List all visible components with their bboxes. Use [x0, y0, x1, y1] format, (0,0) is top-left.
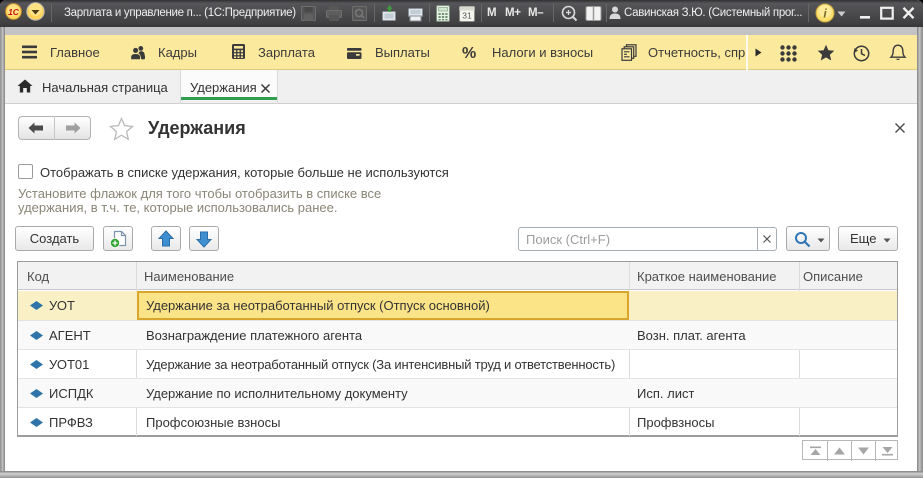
svg-text:1С: 1С [8, 7, 20, 17]
svg-text:31: 31 [462, 11, 472, 21]
